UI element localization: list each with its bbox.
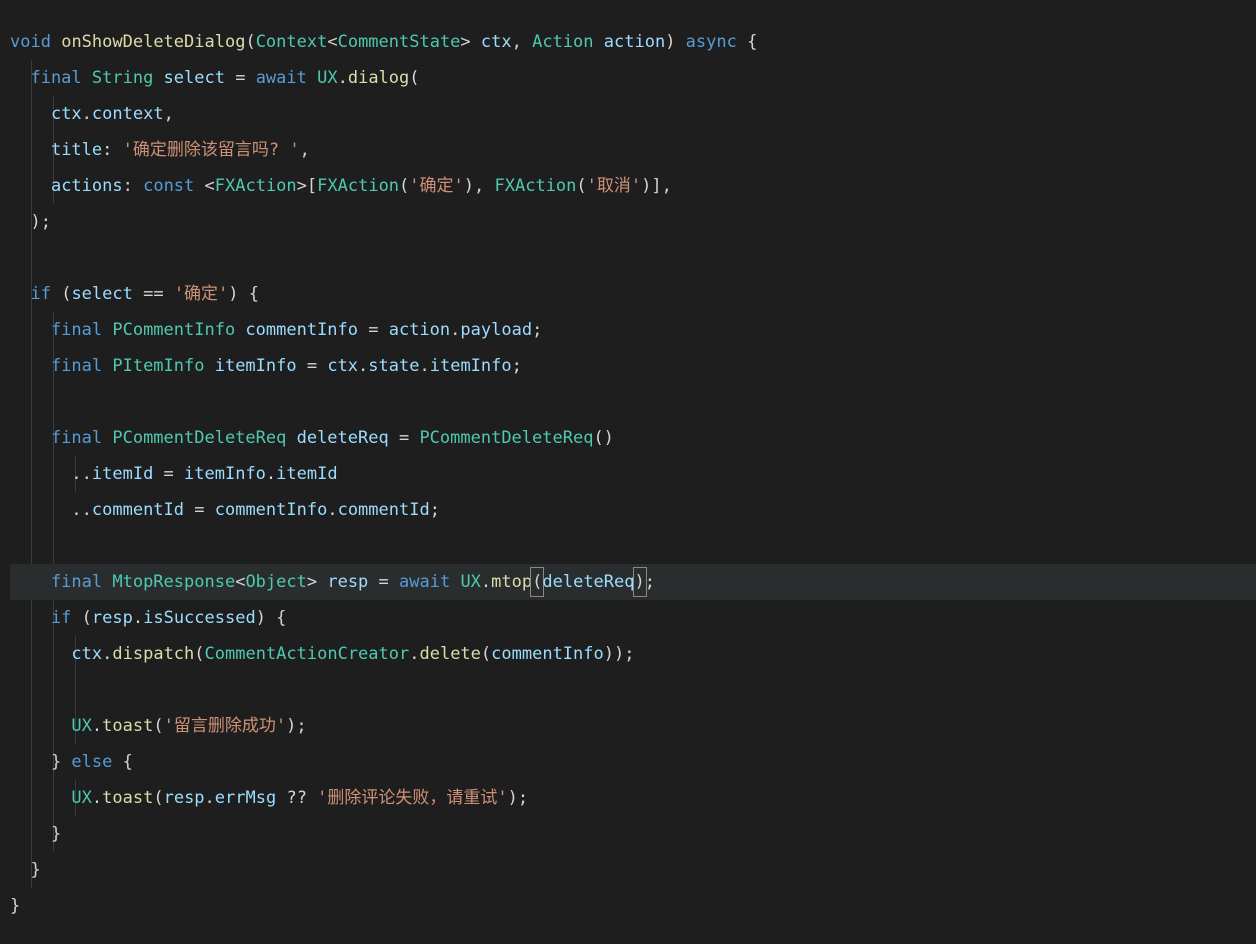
code-line[interactable]: actions: const <FXAction>[FXAction('确定')… xyxy=(10,168,1256,204)
string: '留言删除成功' xyxy=(164,712,286,740)
keyword: await xyxy=(399,568,460,596)
variable: select xyxy=(153,64,235,92)
code-line[interactable]: ..commentId = commentInfo.commentId; xyxy=(10,492,1256,528)
keyword: await xyxy=(256,64,317,92)
code-line-empty[interactable] xyxy=(10,240,1256,276)
type: CommentState xyxy=(338,28,461,56)
parameter: ctx xyxy=(471,28,512,56)
keyword: if xyxy=(10,280,61,308)
code-line[interactable]: if (select == '确定') { xyxy=(10,276,1256,312)
type: MtopResponse xyxy=(112,568,235,596)
keyword: const xyxy=(143,172,204,200)
code-line[interactable]: } xyxy=(10,816,1256,852)
class: CommentActionCreator xyxy=(205,640,410,668)
method: toast xyxy=(102,784,153,812)
code-line[interactable]: UX.toast('留言删除成功'); xyxy=(10,708,1256,744)
code-line-empty[interactable] xyxy=(10,528,1256,564)
code-line-empty[interactable] xyxy=(10,672,1256,708)
method: dialog xyxy=(348,64,409,92)
code-line[interactable]: final PCommentInfo commentInfo = action.… xyxy=(10,312,1256,348)
method: dispatch xyxy=(112,640,194,668)
code-line-current[interactable]: final MtopResponse<Object> resp = await … xyxy=(10,564,1256,600)
method: delete xyxy=(419,640,480,668)
function-name: onShowDeleteDialog xyxy=(61,28,245,56)
string: '确定删除该留言吗? ' xyxy=(123,136,300,164)
keyword: else xyxy=(71,748,112,776)
code-line[interactable]: ); xyxy=(10,204,1256,240)
code-line[interactable]: void onShowDeleteDialog(Context<CommentS… xyxy=(10,24,1256,60)
code-line[interactable]: } else { xyxy=(10,744,1256,780)
code-line-empty[interactable] xyxy=(10,384,1256,420)
code-line[interactable]: if (resp.isSuccessed) { xyxy=(10,600,1256,636)
keyword: final xyxy=(10,424,112,452)
string: '取消' xyxy=(587,172,641,200)
type: String xyxy=(92,64,153,92)
method: mtop xyxy=(491,568,532,596)
parameter: action xyxy=(594,28,666,56)
class: UX xyxy=(317,64,337,92)
code-line[interactable]: } xyxy=(10,888,1256,924)
code-editor[interactable]: void onShowDeleteDialog(Context<CommentS… xyxy=(10,24,1256,924)
keyword: final xyxy=(10,352,112,380)
code-line[interactable]: final PItemInfo itemInfo = ctx.state.ite… xyxy=(10,348,1256,384)
code-line[interactable]: ..itemId = itemInfo.itemId xyxy=(10,456,1256,492)
type: Context xyxy=(256,28,328,56)
code-line[interactable]: final PCommentDeleteReq deleteReq = PCom… xyxy=(10,420,1256,456)
string: '确定' xyxy=(174,280,228,308)
keyword: void xyxy=(10,28,51,56)
type: PItemInfo xyxy=(112,352,204,380)
type: Action xyxy=(532,28,593,56)
code-line[interactable]: title: '确定删除该留言吗? ', xyxy=(10,132,1256,168)
keyword: async xyxy=(686,28,737,56)
string: '确定' xyxy=(409,172,463,200)
string: '删除评论失败，请重试' xyxy=(317,784,507,812)
type: PCommentDeleteReq xyxy=(112,424,286,452)
code-line[interactable]: final String select = await UX.dialog( xyxy=(10,60,1256,96)
type: FXAction xyxy=(215,172,297,200)
code-line[interactable]: ctx.dispatch(CommentActionCreator.delete… xyxy=(10,636,1256,672)
keyword: final xyxy=(10,64,92,92)
code-line[interactable]: } xyxy=(10,852,1256,888)
method: toast xyxy=(102,712,153,740)
type: PCommentInfo xyxy=(112,316,235,344)
keyword: final xyxy=(10,316,112,344)
code-line[interactable]: UX.toast(resp.errMsg ?? '删除评论失败，请重试'); xyxy=(10,780,1256,816)
keyword: final xyxy=(10,568,112,596)
code-line[interactable]: ctx.context, xyxy=(10,96,1256,132)
keyword: if xyxy=(10,604,82,632)
